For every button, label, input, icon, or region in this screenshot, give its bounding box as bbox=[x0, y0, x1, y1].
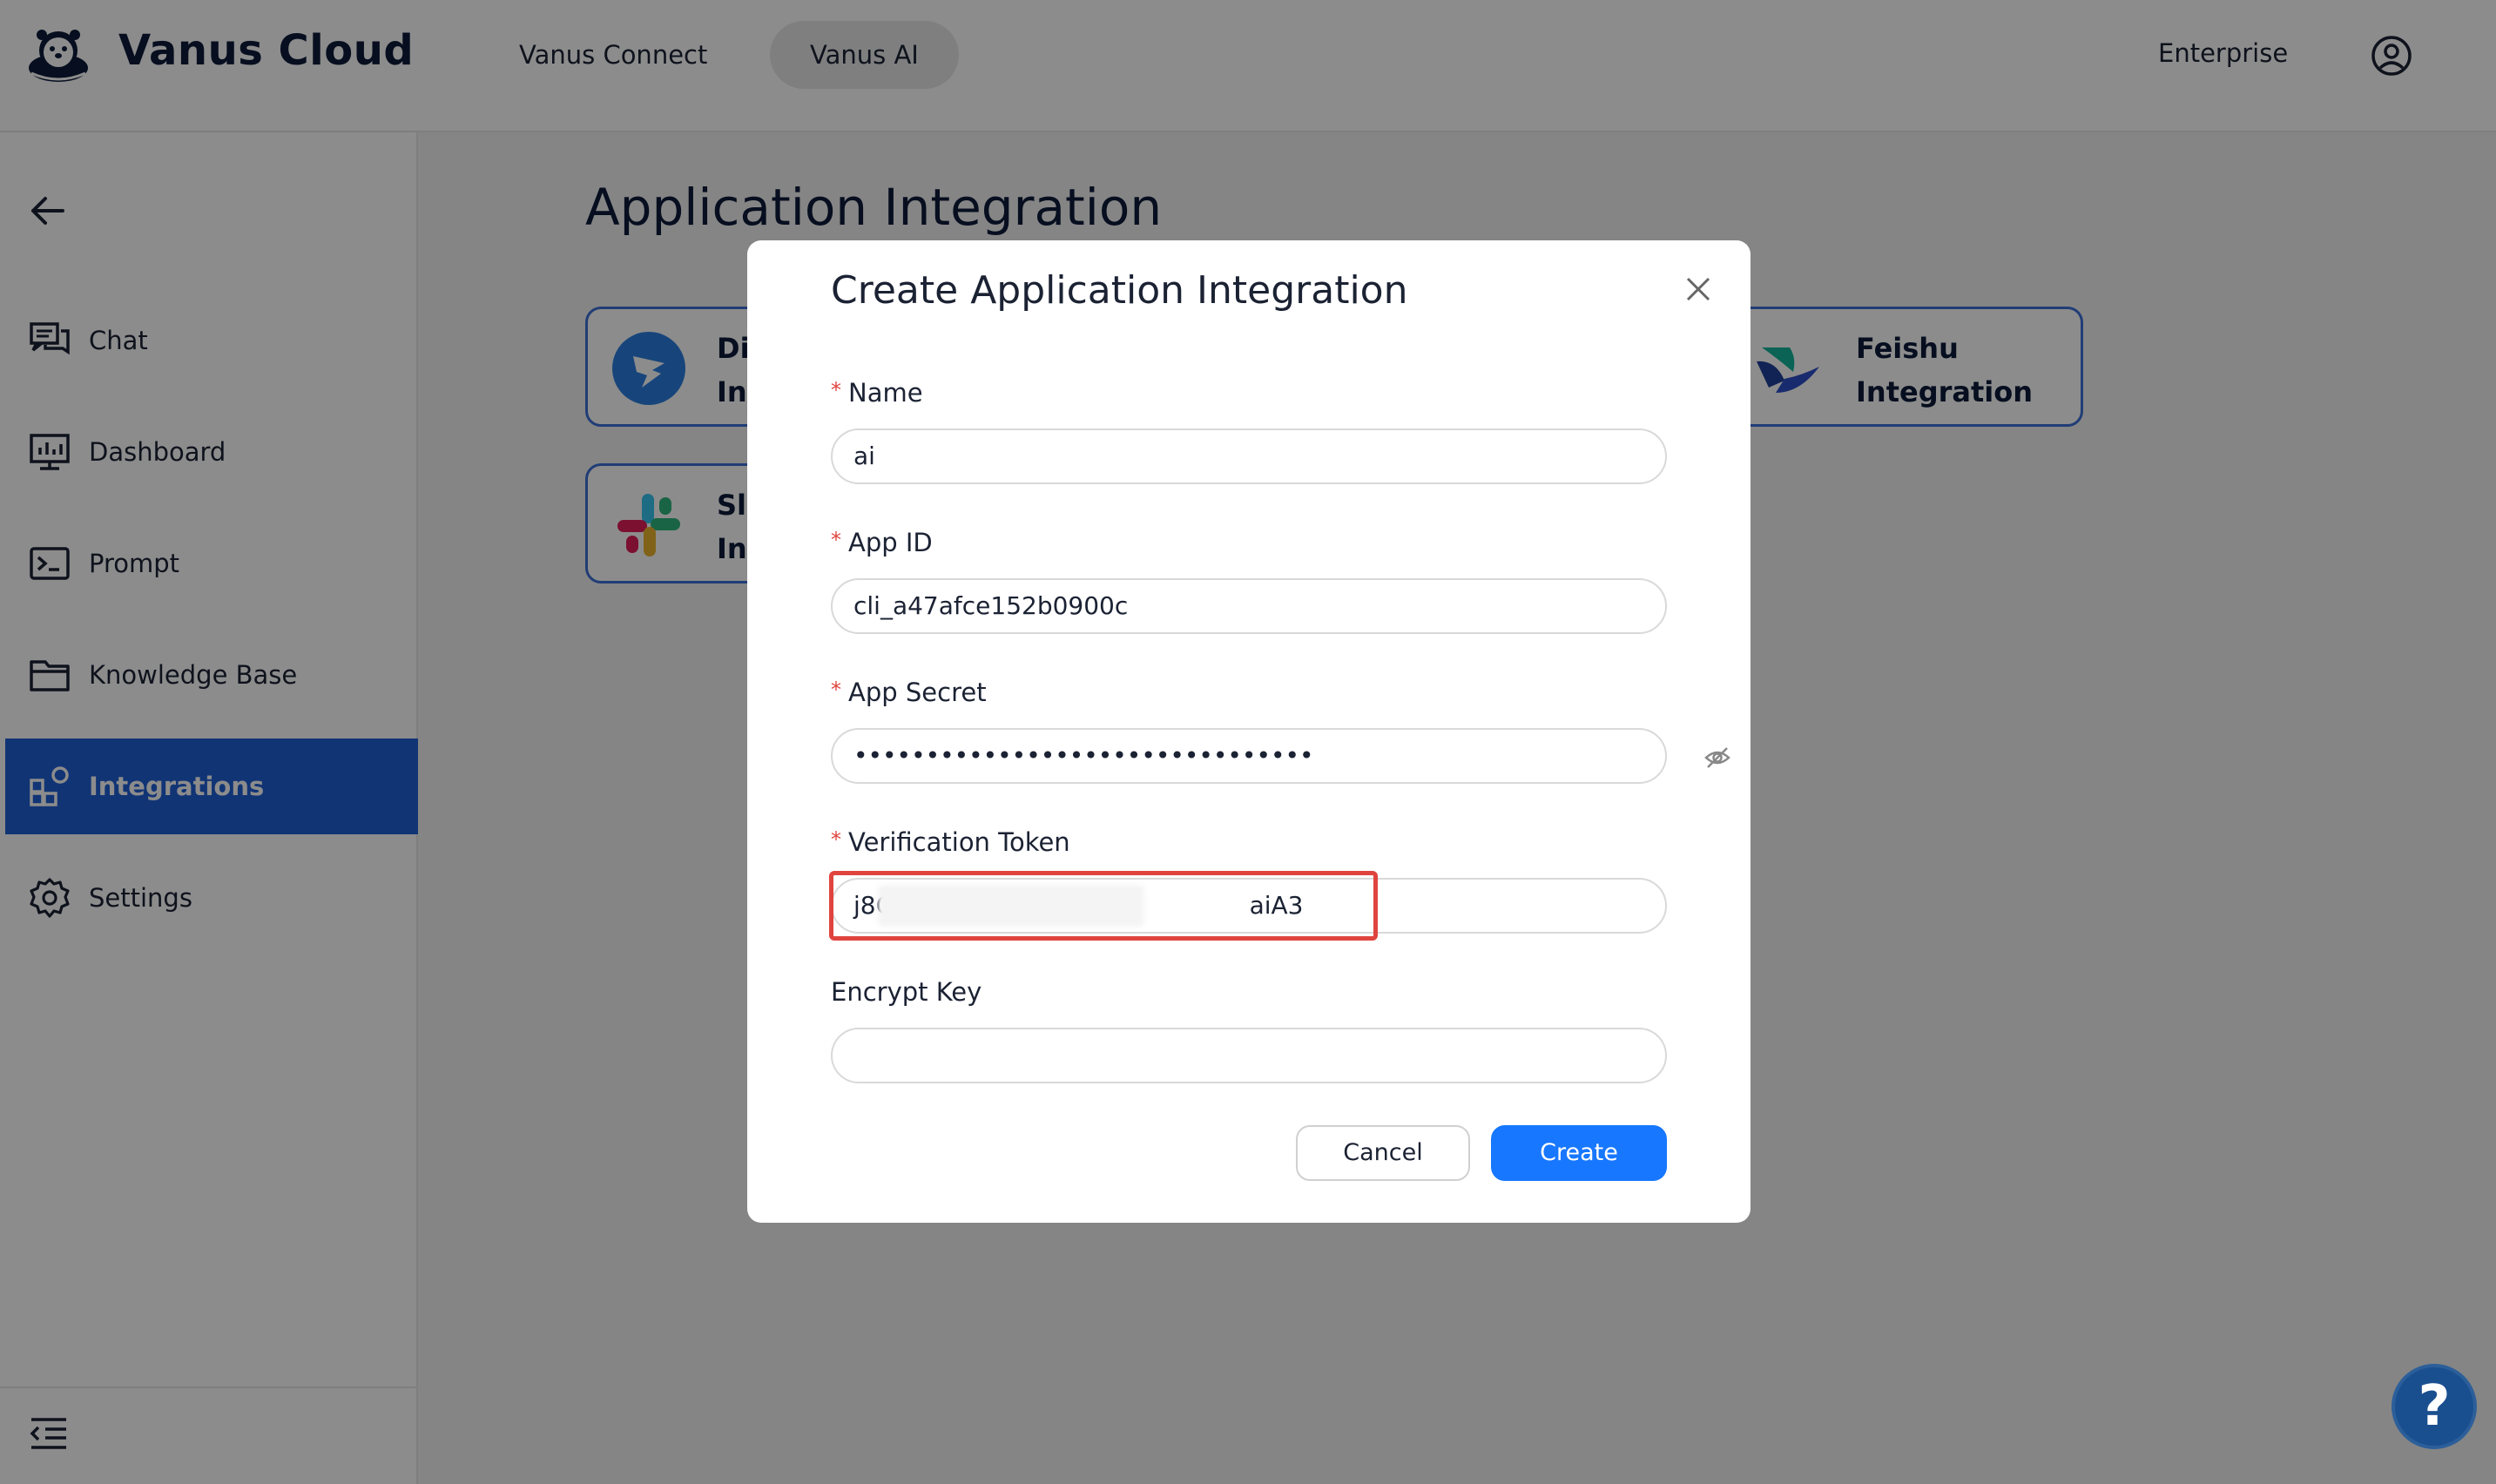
create-button[interactable]: Create bbox=[1491, 1125, 1667, 1181]
app-secret-label: * App Secret bbox=[831, 678, 987, 707]
name-label: * Name bbox=[831, 378, 923, 408]
required-marker: * bbox=[831, 678, 841, 702]
app-secret-field[interactable]: •••••••••••••••••••••••••••••••• bbox=[831, 728, 1730, 784]
name-field[interactable]: ai bbox=[831, 428, 1667, 484]
help-button[interactable]: ? bbox=[2391, 1364, 2477, 1449]
app-id-label: * App ID bbox=[831, 528, 933, 557]
app-root: Vanus Cloud Vanus Connect Vanus AI Enter… bbox=[0, 0, 2496, 1484]
required-marker: * bbox=[831, 528, 841, 552]
cancel-button[interactable]: Cancel bbox=[1296, 1125, 1470, 1181]
help-label: ? bbox=[2418, 1374, 2451, 1439]
verification-token-label: * Verification Token bbox=[831, 827, 1070, 857]
app-secret-value: •••••••••••••••••••••••••••••••• bbox=[853, 741, 1314, 770]
required-marker: * bbox=[831, 827, 841, 852]
highlight-box bbox=[829, 871, 1378, 941]
eye-hidden-icon[interactable] bbox=[1703, 744, 1731, 772]
encrypt-key-field[interactable] bbox=[831, 1028, 1667, 1083]
close-icon[interactable] bbox=[1683, 273, 1714, 305]
required-marker: * bbox=[831, 378, 841, 402]
create-integration-modal: Create Application Integration * Name ai … bbox=[747, 240, 1751, 1223]
modal-title: Create Application Integration bbox=[831, 268, 1408, 313]
encrypt-key-label: Encrypt Key bbox=[831, 977, 982, 1007]
app-id-field[interactable]: cli_a47afce152b0900c bbox=[831, 578, 1667, 634]
